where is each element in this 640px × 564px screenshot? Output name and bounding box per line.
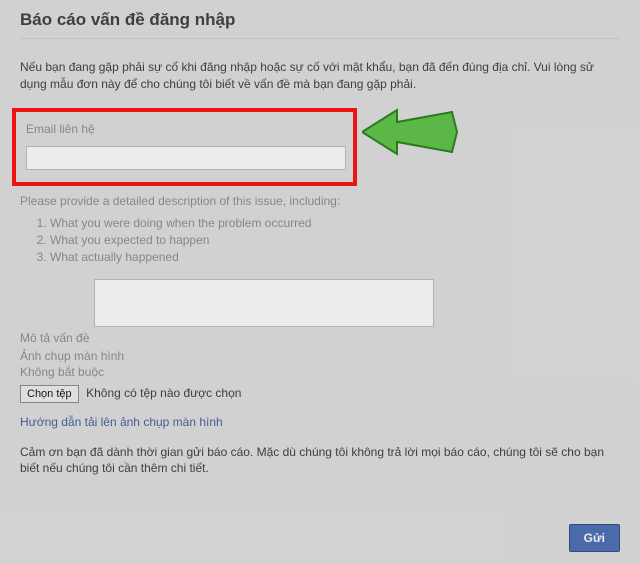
- screenshot-optional: Không bắt buộc: [20, 365, 620, 379]
- email-label: Email liên hệ: [26, 122, 343, 136]
- list-item: What you were doing when the problem occ…: [50, 216, 620, 230]
- page-description: Nếu bạn đang gặp phải sự cố khi đăng nhậ…: [20, 59, 620, 93]
- upload-guide-link[interactable]: Hướng dẫn tải lên ảnh chụp màn hình: [20, 415, 223, 429]
- detail-instruction: Please provide a detailed description of…: [20, 194, 620, 208]
- page-title: Báo cáo vấn đề đăng nhập: [20, 10, 620, 39]
- detail-list: What you were doing when the problem occ…: [50, 216, 620, 264]
- submit-button[interactable]: Gửi: [569, 524, 620, 552]
- email-input[interactable]: [26, 146, 346, 170]
- footer-text: Cảm ơn bạn đã dành thời gian gửi báo cáo…: [20, 444, 620, 478]
- list-item: What actually happened: [50, 250, 620, 264]
- problem-textarea[interactable]: [94, 279, 434, 327]
- choose-file-button[interactable]: Chọn tệp: [20, 385, 79, 403]
- list-item: What you expected to happen: [50, 233, 620, 247]
- screenshot-label: Ảnh chụp màn hình: [20, 349, 124, 363]
- problem-label: Mô tả vấn đề: [20, 331, 89, 345]
- email-highlighted-section: Email liên hệ: [12, 108, 357, 186]
- file-status: Không có tệp nào được chọn: [86, 386, 241, 400]
